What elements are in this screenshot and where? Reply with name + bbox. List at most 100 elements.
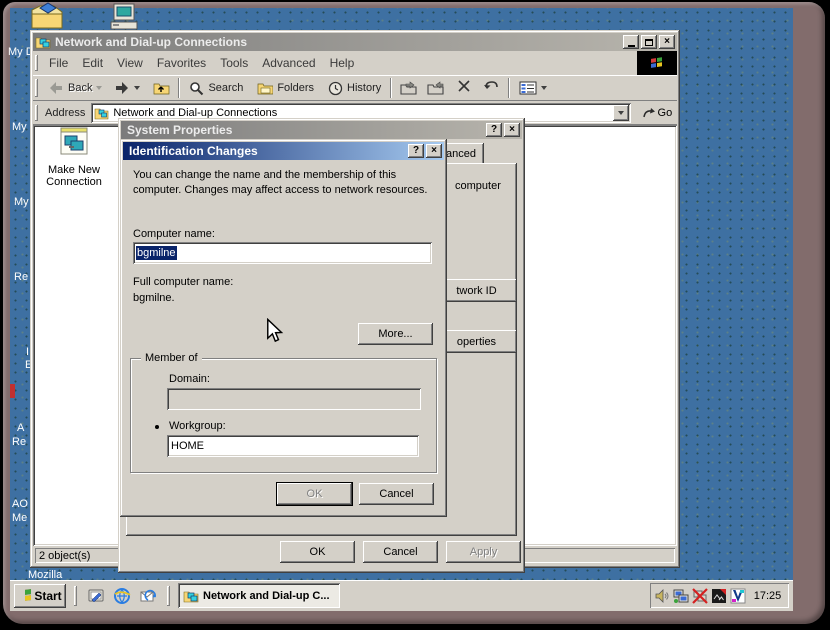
toolbar-separator [508, 78, 510, 98]
status-pane-objects: 2 object(s) [35, 548, 119, 563]
screenshot-root: My D My My Re I E A Re AO Me Mozilla Net… [0, 0, 830, 630]
ok-button[interactable]: OK [277, 483, 352, 505]
taskbar-grip[interactable] [167, 586, 170, 606]
close-button[interactable]: × [426, 144, 442, 158]
up-button[interactable] [150, 79, 173, 97]
window-title: Network and Dial-up Connections [55, 35, 247, 49]
forward-button[interactable] [110, 79, 144, 97]
copy-to-button[interactable] [397, 79, 420, 98]
forward-arrow-icon [114, 81, 130, 95]
workgroup-label[interactable]: Workgroup: [169, 420, 226, 432]
more-button[interactable]: More... [358, 323, 433, 345]
desktop-label-fragment[interactable]: My [14, 196, 29, 208]
menu-help[interactable]: Help [323, 52, 362, 74]
desktop-label-fragment[interactable]: Re [12, 436, 26, 448]
identification-changes-title: Identification Changes [129, 144, 258, 158]
toolbar-grip[interactable] [35, 79, 38, 97]
maximize-button[interactable] [641, 35, 657, 49]
start-button[interactable]: Start [14, 584, 66, 608]
tray-clock[interactable]: 17:25 [746, 590, 789, 602]
menu-tools[interactable]: Tools [213, 52, 255, 74]
address-label: Address [45, 107, 85, 119]
computer-name-field[interactable]: bgmilne [133, 242, 432, 264]
desktop-icon-fragment [10, 384, 15, 398]
my-documents-icon[interactable] [30, 2, 64, 30]
menubar-grip[interactable] [35, 55, 38, 71]
my-computer-icon[interactable] [108, 2, 140, 30]
taskbar: Start [10, 580, 793, 611]
go-button[interactable]: Go [639, 103, 675, 123]
address-folder-icon [94, 107, 109, 120]
make-new-connection-item[interactable]: Make New Connection [41, 127, 107, 188]
network-folder-icon [35, 35, 51, 49]
apply-button[interactable]: Apply [446, 541, 521, 563]
quicklaunch-outlook-express-icon[interactable] [139, 587, 157, 605]
tray-volume-icon[interactable] [654, 588, 670, 604]
properties-button[interactable]: operties [436, 330, 517, 353]
help-button[interactable]: ? [486, 123, 502, 137]
domain-field[interactable] [167, 388, 421, 410]
tray-network-icon[interactable] [673, 588, 689, 604]
network-id-button[interactable]: twork ID [436, 279, 517, 302]
back-button[interactable]: Back [44, 79, 106, 97]
desktop-label-fragment[interactable]: Me [12, 512, 27, 524]
windows-logo-throbber [637, 51, 677, 75]
undo-button[interactable] [479, 77, 503, 100]
delete-x-icon [457, 79, 471, 93]
make-new-connection-label-line2: Connection [41, 176, 107, 188]
undo-icon [483, 79, 499, 93]
dialog-description-line2: computer. Changes may affect access to n… [133, 184, 428, 196]
task-folder-icon [183, 589, 199, 603]
taskbar-grip[interactable] [74, 586, 77, 606]
history-button[interactable]: History [324, 79, 385, 98]
desktop-label-fragment[interactable]: Re [14, 271, 28, 283]
menu-favorites[interactable]: Favorites [150, 52, 213, 74]
help-button[interactable]: ? [408, 144, 424, 158]
quicklaunch-internet-explorer-icon[interactable] [113, 587, 131, 605]
dialog-description-line1: You can change the name and the membersh… [133, 169, 396, 181]
folders-icon [257, 81, 273, 95]
toolbar-separator [390, 78, 392, 98]
windows-flag-icon [18, 589, 31, 602]
search-button[interactable]: Search [185, 79, 247, 98]
desktop-label-fragment[interactable]: I [26, 346, 29, 358]
cancel-button[interactable]: Cancel [363, 541, 438, 563]
ok-button[interactable]: OK [280, 541, 355, 563]
system-properties-titlebar[interactable]: System Properties ? × [121, 121, 522, 139]
back-arrow-icon [48, 81, 64, 95]
identification-changes-titlebar[interactable]: Identification Changes ? × [123, 142, 444, 160]
minimize-button[interactable] [623, 35, 639, 49]
move-to-folder-icon [427, 81, 444, 96]
addressbar-grip[interactable] [35, 105, 38, 121]
menu-edit[interactable]: Edit [75, 52, 110, 74]
cancel-button[interactable]: Cancel [359, 483, 434, 505]
workgroup-field[interactable]: HOME [167, 435, 419, 457]
mouse-cursor [266, 318, 284, 349]
up-folder-icon [153, 81, 170, 95]
task-button-network-connections[interactable]: Network and Dial-up C... [178, 583, 340, 608]
copy-to-folder-icon [400, 81, 417, 96]
window-titlebar[interactable]: Network and Dial-up Connections × [33, 33, 677, 51]
menu-file[interactable]: File [42, 52, 75, 74]
desktop-label-fragment[interactable]: AO [12, 498, 28, 510]
make-new-connection-label-line1: Make New [41, 164, 107, 176]
system-properties-title: System Properties [127, 123, 232, 137]
move-to-button[interactable] [424, 79, 447, 98]
close-button[interactable]: × [659, 35, 675, 49]
tab-panel-text-fragment: computer [455, 180, 501, 192]
tray-graphics-utility-icon[interactable] [711, 588, 727, 604]
desktop-label-fragment[interactable]: My [12, 121, 27, 133]
address-dropdown-button[interactable] [613, 105, 629, 121]
views-button[interactable] [515, 79, 551, 97]
close-button[interactable]: × [504, 123, 520, 137]
menu-view[interactable]: View [110, 52, 150, 74]
domain-label[interactable]: Domain: [169, 373, 210, 385]
delete-button[interactable] [453, 77, 475, 100]
quicklaunch-show-desktop-icon[interactable] [87, 587, 105, 605]
desktop-label-fragment[interactable]: A [17, 422, 24, 434]
full-computer-name-value: bgmilne. [133, 292, 175, 304]
folders-button[interactable]: Folders [253, 79, 318, 97]
menu-advanced[interactable]: Advanced [255, 52, 322, 74]
tray-network-disconnected-icon[interactable] [692, 588, 708, 604]
tray-v-utility-icon[interactable] [730, 588, 746, 604]
